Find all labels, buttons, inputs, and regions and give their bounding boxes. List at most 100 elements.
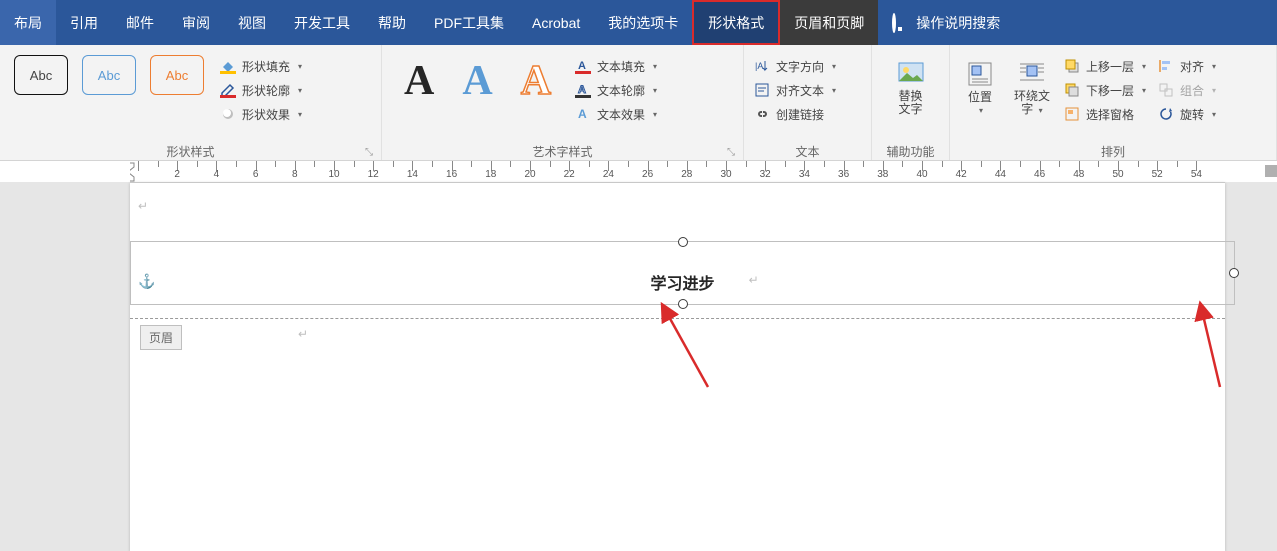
header-title: 学习进步 — [650, 270, 714, 294]
resize-handle[interactable] — [1229, 268, 1239, 278]
dropdown-icon: ▾ — [1039, 106, 1043, 115]
page[interactable]: ↵ ⚓ 学习进步 ↵ 页眉 ↵ — [130, 182, 1225, 551]
tab-developer[interactable]: 开发工具 — [280, 0, 364, 45]
text-direction-icon: |A — [754, 58, 770, 74]
horizontal-ruler[interactable]: 2468101214161820222426283032343638404244… — [0, 161, 1277, 184]
annotation-arrow — [658, 307, 718, 387]
rotate-icon — [1158, 106, 1174, 122]
shape-preset-1[interactable]: Abc — [14, 55, 68, 95]
send-backward-icon — [1064, 82, 1080, 98]
group-wordart: A A A A 文本填充▾ A 文本轮廓▾ A 文本效果▾ 艺术字样式⤡ — [382, 45, 744, 160]
shape-preset-2[interactable]: Abc — [82, 55, 136, 95]
tell-me-search[interactable]: 操作说明搜索 — [878, 0, 1014, 45]
indent-marker[interactable] — [130, 161, 136, 183]
align-text[interactable]: 对齐文本▾ — [750, 79, 840, 101]
search-label: 操作说明搜索 — [916, 13, 1000, 33]
dropdown-icon: ▾ — [1212, 110, 1216, 119]
resize-handle[interactable] — [678, 237, 688, 247]
tab-acrobat[interactable]: Acrobat — [518, 0, 594, 45]
text-direction[interactable]: |A 文字方向▾ — [750, 55, 840, 77]
selection-pane-icon — [1064, 106, 1080, 122]
link-icon — [754, 106, 770, 122]
text-effects[interactable]: A 文本效果▾ — [571, 103, 661, 125]
align-text-icon — [754, 82, 770, 98]
document-area: ↵ ⚓ 学习进步 ↵ 页眉 ↵ — [0, 182, 1277, 551]
ruler-end — [1265, 165, 1277, 177]
tab-custom[interactable]: 我的选项卡 — [594, 0, 692, 45]
picture-icon — [896, 58, 926, 88]
header-textbox[interactable]: 学习进步 ↵ — [130, 241, 1235, 305]
text-fill[interactable]: A 文本填充▾ — [571, 55, 661, 77]
tab-references[interactable]: 引用 — [56, 0, 112, 45]
dropdown-icon: ▾ — [1212, 86, 1216, 95]
dialog-launcher[interactable]: ⤡ — [363, 146, 375, 158]
para-mark: ↵ — [138, 199, 148, 214]
ribbon: Abc Abc Abc 形状填充▾ 形状轮廓▾ 形状效果▾ 形状样式⤡ — [0, 45, 1277, 161]
svg-text:|A: |A — [755, 61, 763, 71]
annotation-arrow — [1195, 307, 1255, 387]
dropdown-icon: ▾ — [653, 110, 657, 119]
svg-text:A: A — [578, 84, 586, 96]
dropdown-icon: ▾ — [1142, 62, 1146, 71]
pen-icon — [220, 82, 236, 98]
dropdown-icon: ▾ — [832, 86, 836, 95]
shape-preset-3[interactable]: Abc — [150, 55, 204, 95]
shape-effects[interactable]: 形状效果▾ — [216, 103, 306, 125]
shape-fill[interactable]: 形状填充▾ — [216, 55, 306, 77]
tab-help[interactable]: 帮助 — [364, 0, 420, 45]
group-accessibility: 替换文字 辅助功能 — [872, 45, 950, 160]
rotate[interactable]: 旋转▾ — [1154, 103, 1220, 125]
dropdown-icon: ▾ — [298, 110, 302, 119]
dropdown-icon: ▾ — [653, 62, 657, 71]
wrap-icon — [1017, 58, 1047, 88]
wordart-preset-1[interactable]: A — [404, 57, 434, 105]
create-link[interactable]: 创建链接 — [750, 103, 840, 125]
tab-layout[interactable]: 布局 — [0, 0, 56, 45]
dropdown-icon: ▾ — [832, 62, 836, 71]
group-icon — [1158, 82, 1174, 98]
wordart-preset-2[interactable]: A — [462, 57, 492, 105]
shape-outline[interactable]: 形状轮廓▾ — [216, 79, 306, 101]
bring-forward-icon — [1064, 58, 1080, 74]
send-backward[interactable]: 下移一层▾ — [1060, 79, 1150, 101]
group-text: |A 文字方向▾ 对齐文本▾ 创建链接 文本 — [744, 45, 872, 160]
alt-text[interactable]: 替换文字 — [887, 49, 935, 121]
shape-style-gallery[interactable]: Abc Abc Abc — [6, 49, 212, 101]
text-fill-icon: A — [575, 58, 591, 74]
effects-icon — [220, 106, 236, 122]
tab-view[interactable]: 视图 — [224, 0, 280, 45]
header-label: 页眉 — [140, 325, 182, 350]
group-shape-styles: Abc Abc Abc 形状填充▾ 形状轮廓▾ 形状效果▾ 形状样式⤡ — [0, 45, 382, 160]
bucket-icon — [220, 58, 236, 74]
dropdown-icon: ▾ — [1212, 62, 1216, 71]
tab-mail[interactable]: 邮件 — [112, 0, 168, 45]
wrap-text[interactable]: 环绕文字 ▾ — [1008, 49, 1056, 121]
group-objects: 组合▾ — [1154, 79, 1220, 101]
dropdown-icon: ▾ — [653, 86, 657, 95]
dialog-launcher[interactable]: ⤡ — [725, 146, 737, 158]
para-mark: ↵ — [298, 327, 308, 342]
svg-text:A: A — [578, 60, 586, 72]
dropdown-icon: ▾ — [298, 86, 302, 95]
position-icon — [965, 59, 995, 89]
wordart-preset-3[interactable]: A — [521, 57, 551, 105]
text-effects-icon: A — [575, 106, 591, 122]
tab-header-footer[interactable]: 页眉和页脚 — [780, 0, 878, 45]
tab-pdf[interactable]: PDF工具集 — [420, 0, 518, 45]
dropdown-icon: ▾ — [1142, 86, 1146, 95]
ribbon-tabs: 布局 引用 邮件 审阅 视图 开发工具 帮助 PDF工具集 Acrobat 我的… — [0, 0, 1277, 45]
text-outline-icon: A — [575, 82, 591, 98]
tab-review[interactable]: 审阅 — [168, 0, 224, 45]
align[interactable]: 对齐▾ — [1154, 55, 1220, 77]
text-outline[interactable]: A 文本轮廓▾ — [571, 79, 661, 101]
dropdown-icon: ▾ — [979, 106, 983, 115]
tab-shape-format[interactable]: 形状格式 — [692, 0, 780, 45]
para-mark: ↵ — [749, 273, 759, 288]
position[interactable]: 位置▾ — [956, 49, 1004, 121]
align-icon — [1158, 58, 1174, 74]
group-arrange: 位置▾ 环绕文字 ▾ 上移一层▾ 下移一层▾ 选择窗格 — [950, 45, 1277, 160]
selection-pane[interactable]: 选择窗格 — [1060, 103, 1150, 125]
bring-forward[interactable]: 上移一层▾ — [1060, 55, 1150, 77]
dropdown-icon: ▾ — [298, 62, 302, 71]
wordart-gallery[interactable]: A A A — [388, 49, 567, 113]
